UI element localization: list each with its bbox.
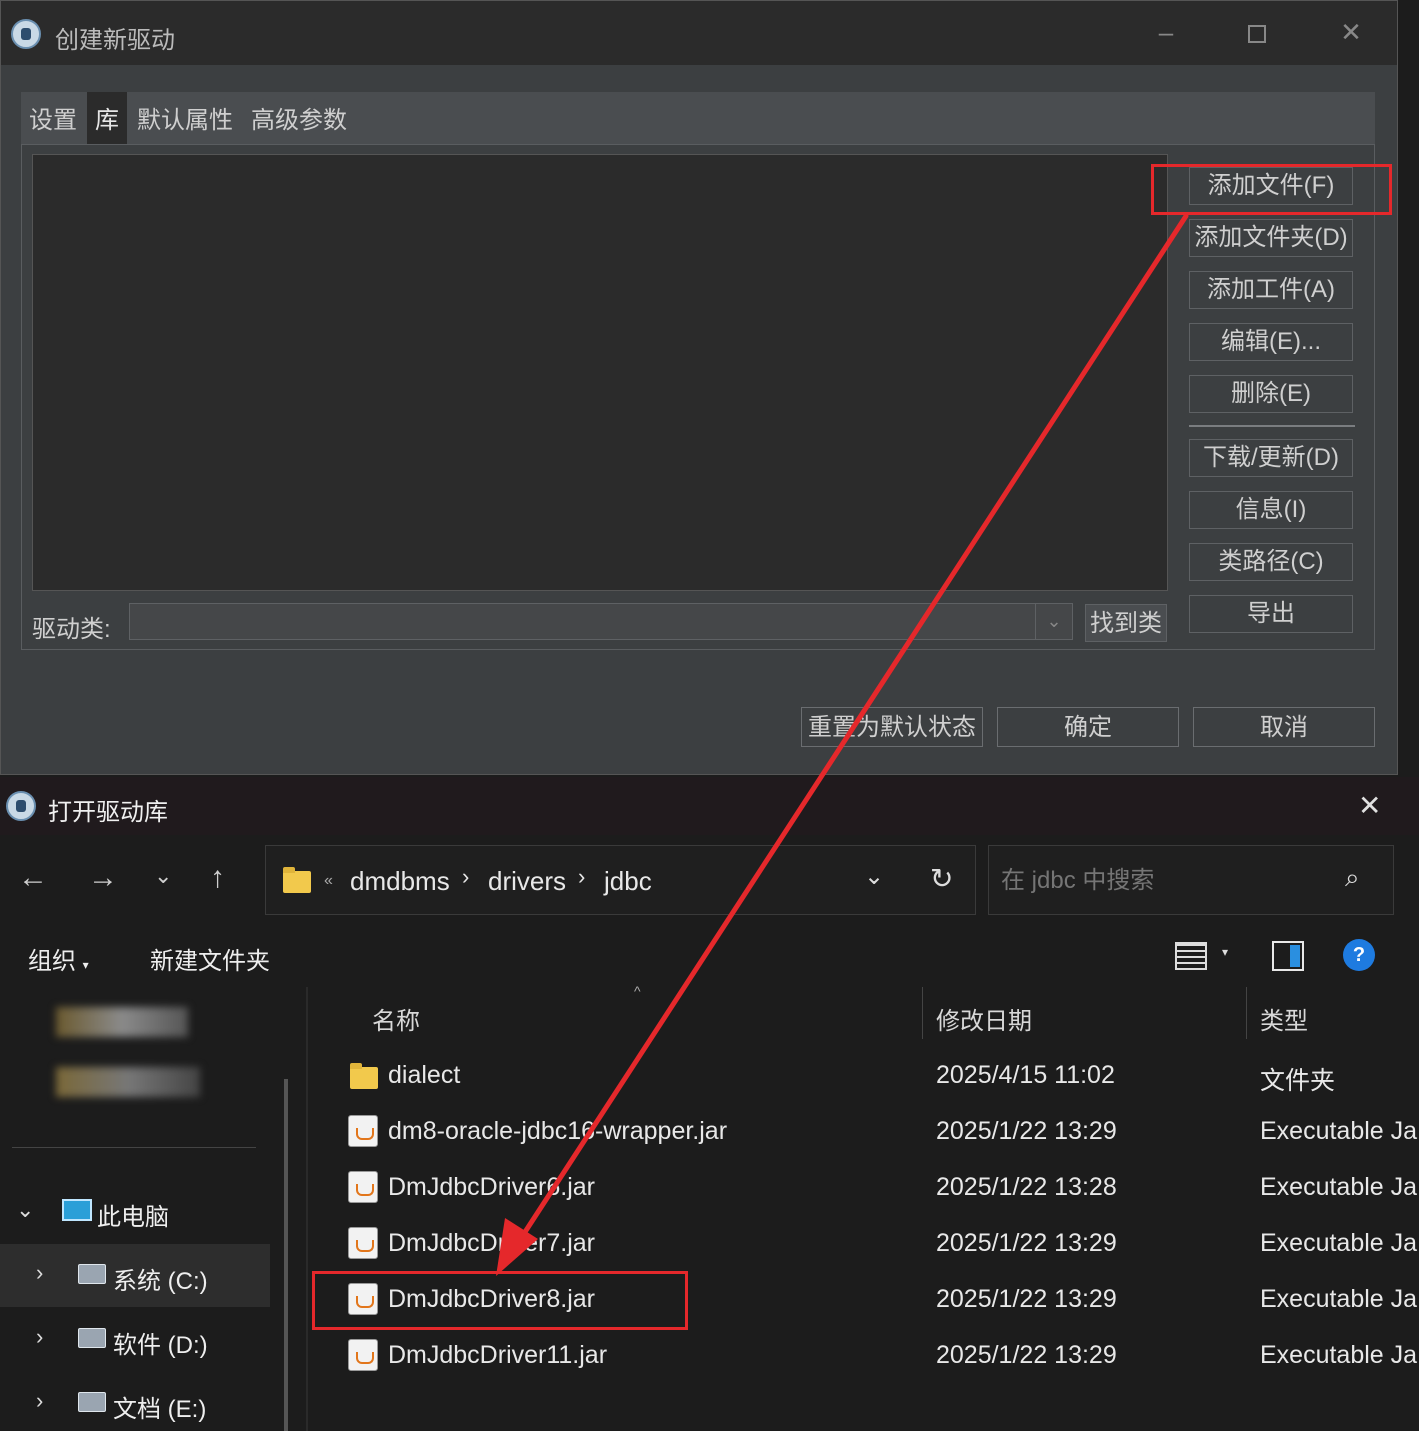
annotation-arrow: [496, 213, 1189, 1276]
